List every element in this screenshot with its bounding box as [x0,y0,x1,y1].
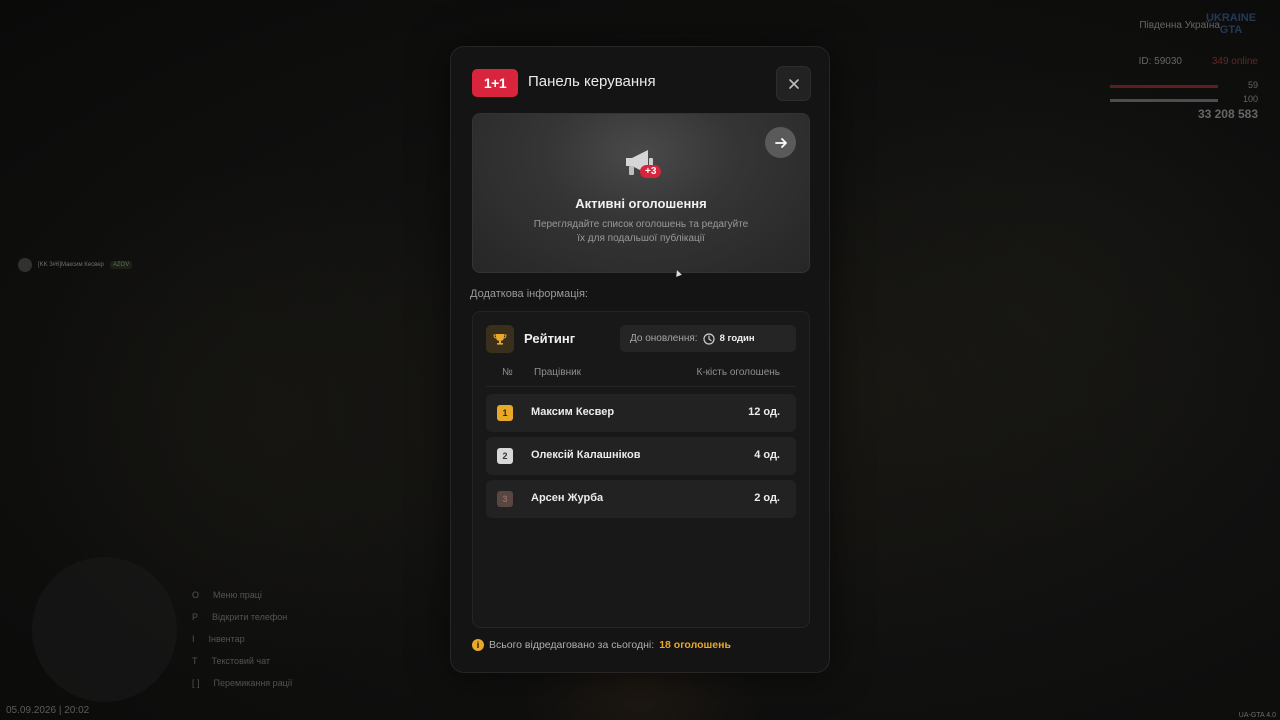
armor-bar [1110,99,1218,102]
banner-description: Переглядайте список оголошень та редагуй… [533,219,749,244]
daily-summary: i Всього відредаговано за сьогодні: 18 о… [472,639,731,651]
datetime: 05.09.2026 | 20:02 [6,705,90,716]
hud-panel: Південна Україна UKRAINE GTA ID: 59030 3… [1058,12,1258,132]
minimap [32,557,177,702]
worker-name: Максим Кесвер [531,406,615,418]
money-display: 33 208 583 [1197,107,1258,121]
health-bar [1110,85,1218,88]
ad-count: 12 од. [748,406,780,418]
table-row: 3 Арсен Журба 2 од. [486,480,796,518]
worker-name: Олексій Калашніков [531,449,641,461]
player-badge: AZOV [109,261,133,269]
info-icon: i [472,639,484,651]
summary-label: Всього відредаговано за сьогодні: [489,639,655,651]
rank-badge: 2 [497,448,513,464]
active-ads-card[interactable]: +3 Активні оголошення Переглядайте списо… [472,113,810,277]
trophy-icon [493,334,507,345]
hud-online-count: 349 online [1211,56,1258,67]
keybind-hint: [ ] Перемикання рації [192,678,293,688]
table-row: 1 Максим Кесвер 12 од. [486,394,796,432]
keybind-hint: O Меню праці [192,590,262,600]
new-ads-badge: +3 [640,165,662,178]
rating-card: Рейтинг До оновлення: 8 годин № Працівни… [472,311,810,628]
ad-count: 4 од. [754,449,780,461]
update-timer: До оновлення: 8 годин [620,325,796,352]
rating-rows: 1 Максим Кесвер 12 од. 2 Олексій Калашні… [486,394,796,523]
armor-value: 100 [1242,94,1258,104]
rank-badge: 1 [497,405,513,421]
keybind-hint: I Інвентар [192,634,245,644]
open-ads-button[interactable] [765,127,796,158]
modal-title: Панель керування [528,73,656,90]
arrow-right-icon [774,137,787,148]
update-label: До оновлення: [630,333,698,344]
column-count: К-кість оголошень [696,367,780,378]
health-value: 59 [1247,80,1258,90]
close-button[interactable] [776,66,811,101]
keybind-hint: T Текстовий чат [192,656,271,666]
trophy-box [486,325,514,353]
table-row: 2 Олексій Калашніков 4 од. [486,437,796,475]
version-label: UA-GTA 4.0 [1238,712,1276,719]
mouse-cursor [674,269,682,277]
keybind-hints: O Меню праці P Відкрити телефон I Інвентар … [192,590,292,700]
summary-value: 18 оголошень [659,639,731,651]
column-worker: Працівник [534,367,582,378]
rating-table-header: № Працівник К-кість оголошень [486,365,796,387]
worker-name: Арсен Журба [531,492,604,504]
banner-title: Активні оголошення [575,196,707,211]
column-num: № [502,367,513,378]
player-name: [KK 3#6]Максим Кесвер [38,262,104,268]
player-tag: [KK 3#6]Максим Кесвер AZOV [18,258,133,272]
ad-count: 2 од. [754,492,780,504]
server-logo: UKRAINE GTA [1205,12,1257,36]
modal-header: 1+1 Панель керування [472,66,811,101]
rank-badge: 3 [497,491,513,507]
section-label: Додаткова інформація: [470,288,588,300]
hud-player-id: ID: 59030 [1138,56,1182,67]
control-panel-modal: 1+1 Панель керування +3 Активні оголошен… [450,46,830,673]
close-icon [788,78,799,89]
update-value: 8 годин [719,333,755,344]
rating-title: Рейтинг [524,331,576,346]
brand-logo: 1+1 [472,69,518,97]
clock-icon [702,332,715,345]
keybind-hint: P Відкрити телефон [192,612,288,622]
player-avatar [18,258,32,272]
